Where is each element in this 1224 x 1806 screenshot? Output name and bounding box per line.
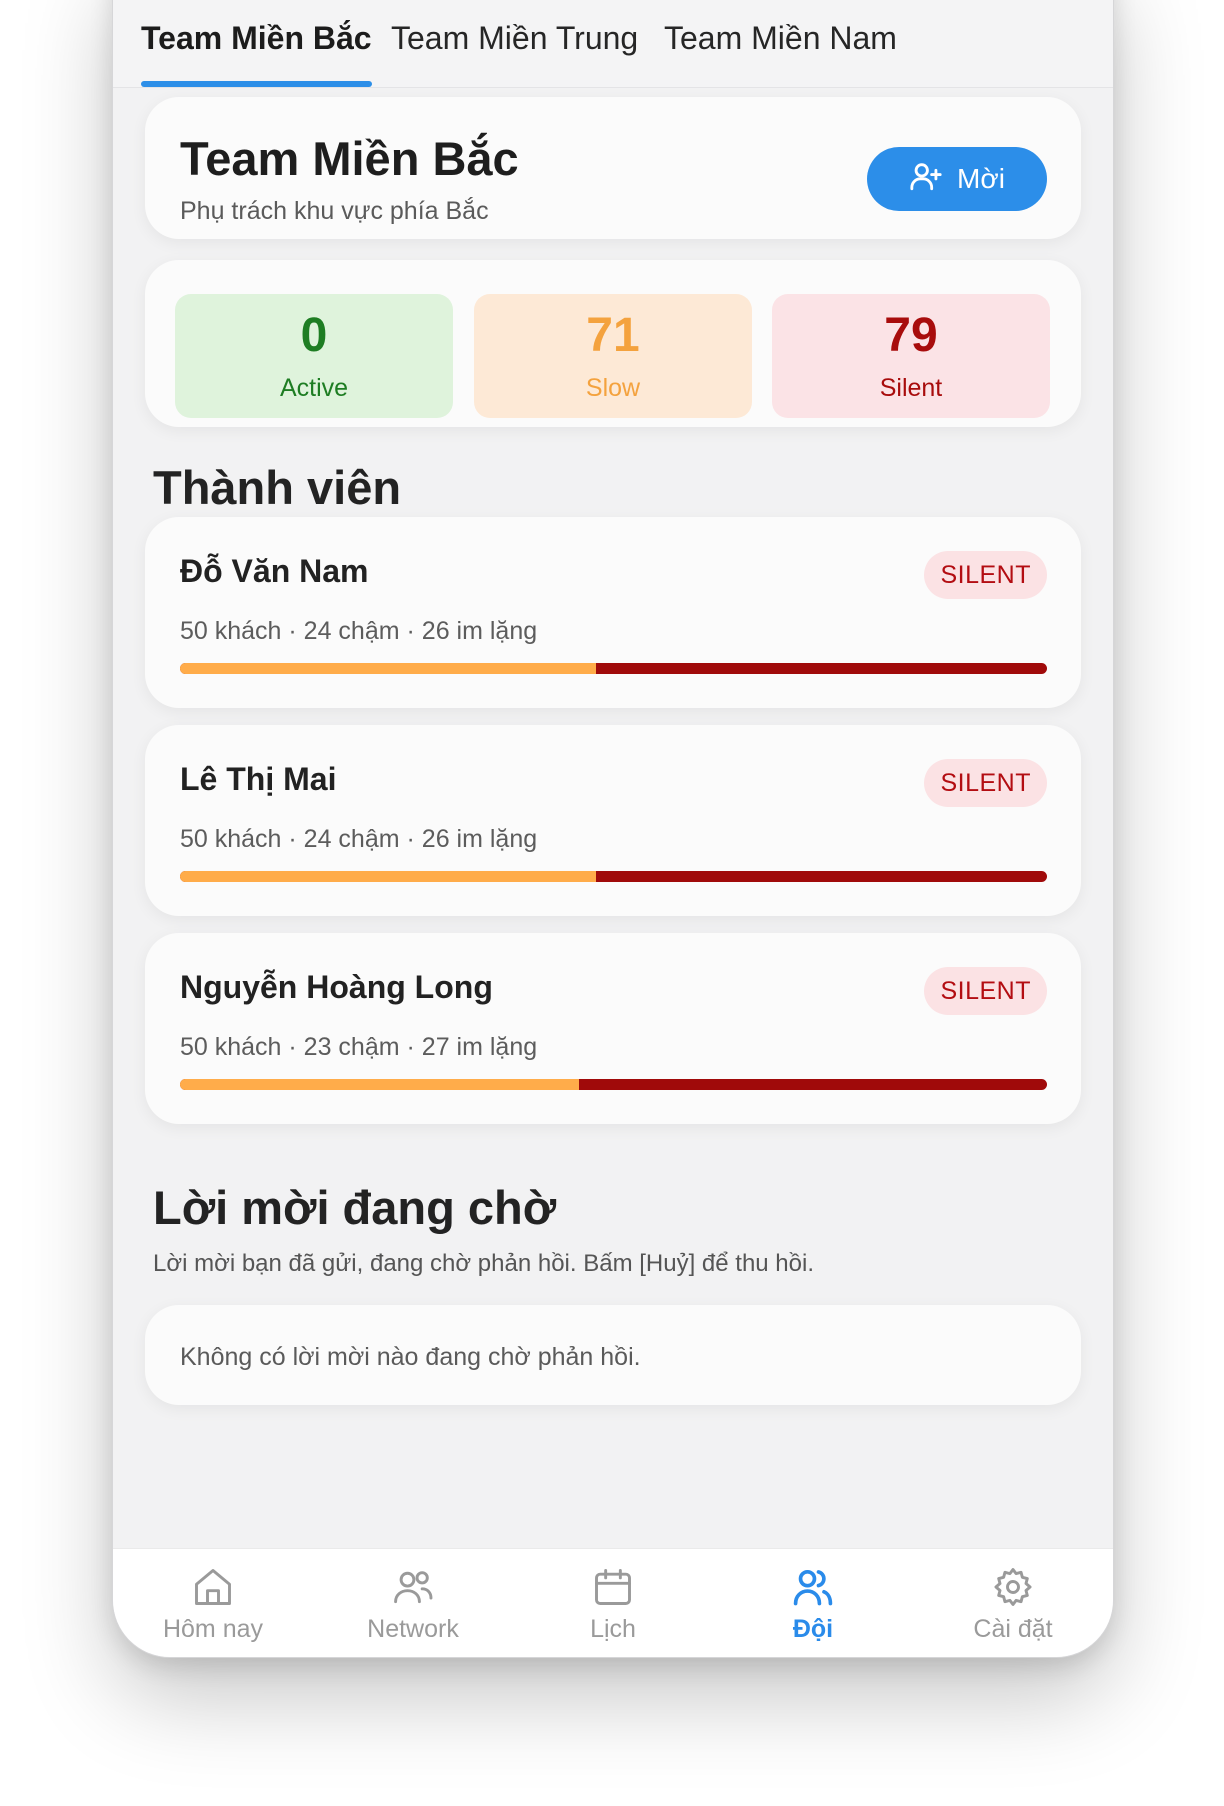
team-header-card: Team Miền Bắc Phụ trách khu vực phía Bắc… — [145, 97, 1081, 239]
member-progress-bar — [180, 1079, 1047, 1090]
nav-team[interactable]: Đội — [713, 1549, 913, 1657]
stat-slow: 71 Slow — [474, 294, 752, 418]
member-name: Đỗ Văn Nam — [180, 553, 369, 589]
stat-slow-label: Slow — [585, 374, 641, 402]
member-progress-bar — [180, 663, 1047, 674]
pending-title: Lời mời đang chờ — [153, 1181, 557, 1234]
stat-silent-label: Silent — [879, 374, 943, 402]
tab-mien-nam[interactable]: Team Miền Nam — [664, 0, 897, 87]
app-window: Team Miền Bắc Team Miền Trung Team Miền … — [112, 0, 1114, 1658]
team-title: Team Miền Bắc — [180, 132, 519, 185]
slow-fill — [180, 871, 597, 882]
stat-active-value: 0 — [300, 309, 328, 362]
invite-label: Mời — [957, 163, 1005, 194]
members-title: Thành viên — [153, 461, 402, 514]
slow-fill — [180, 1079, 579, 1090]
pending-subtitle: Lời mời bạn đã gửi, đang chờ phản hồi. B… — [153, 1250, 814, 1277]
member-card[interactable]: Nguyễn Hoàng Long SILENT 50 khách · 23 c… — [145, 933, 1081, 1124]
nav-settings[interactable]: Cài đặt — [913, 1549, 1113, 1657]
nav-network-label: Network — [367, 1615, 459, 1643]
status-badge: SILENT — [924, 551, 1047, 599]
stat-active: 0 Active — [175, 294, 453, 418]
team-tabs: Team Miền Bắc Team Miền Trung Team Miền … — [113, 0, 1113, 88]
nav-calendar-label: Lịch — [590, 1615, 636, 1643]
member-progress-bar — [180, 871, 1047, 882]
slow-fill — [180, 663, 597, 674]
stat-silent: 79 Silent — [772, 294, 1050, 418]
pending-empty-text: Không có lời mời nào đang chờ phản hồi. — [180, 1343, 641, 1371]
nav-home-label: Hôm nay — [162, 1615, 264, 1643]
member-stats: 50 khách · 24 chậm · 26 im lặng — [180, 617, 538, 645]
member-name: Lê Thị Mai — [180, 761, 337, 797]
calendar-icon — [591, 1565, 635, 1609]
team-icon — [791, 1565, 835, 1609]
member-card[interactable]: Đỗ Văn Nam SILENT 50 khách · 24 chậm · 2… — [145, 517, 1081, 708]
users-icon — [391, 1565, 435, 1609]
invite-button[interactable]: Mời — [867, 147, 1047, 211]
stats-card: 0 Active 71 Slow 79 Silent — [145, 260, 1081, 427]
member-name: Nguyễn Hoàng Long — [180, 969, 493, 1005]
tab-mien-bac[interactable]: Team Miền Bắc — [141, 0, 372, 87]
nav-calendar[interactable]: Lịch — [513, 1549, 713, 1657]
nav-settings-label: Cài đặt — [973, 1615, 1053, 1643]
bottom-nav: Hôm nay Network Lịch Đội Cài đặt — [113, 1548, 1113, 1657]
user-plus-icon — [909, 159, 943, 200]
stat-silent-value: 79 — [884, 309, 938, 362]
status-badge: SILENT — [924, 759, 1047, 807]
home-icon — [191, 1565, 235, 1609]
team-subtitle: Phụ trách khu vực phía Bắc — [180, 197, 489, 225]
stat-active-label: Active — [279, 374, 349, 402]
nav-team-label: Đội — [792, 1615, 834, 1643]
nav-network[interactable]: Network — [313, 1549, 513, 1657]
gear-icon — [991, 1565, 1035, 1609]
tab-mien-trung[interactable]: Team Miền Trung — [391, 0, 638, 87]
member-stats: 50 khách · 23 chậm · 27 im lặng — [180, 1033, 538, 1061]
nav-home[interactable]: Hôm nay — [113, 1549, 313, 1657]
member-stats: 50 khách · 24 chậm · 26 im lặng — [180, 825, 538, 853]
member-card[interactable]: Lê Thị Mai SILENT 50 khách · 24 chậm · 2… — [145, 725, 1081, 916]
status-badge: SILENT — [924, 967, 1047, 1015]
pending-empty-card: Không có lời mời nào đang chờ phản hồi. — [145, 1305, 1081, 1405]
stat-slow-value: 71 — [586, 309, 640, 362]
